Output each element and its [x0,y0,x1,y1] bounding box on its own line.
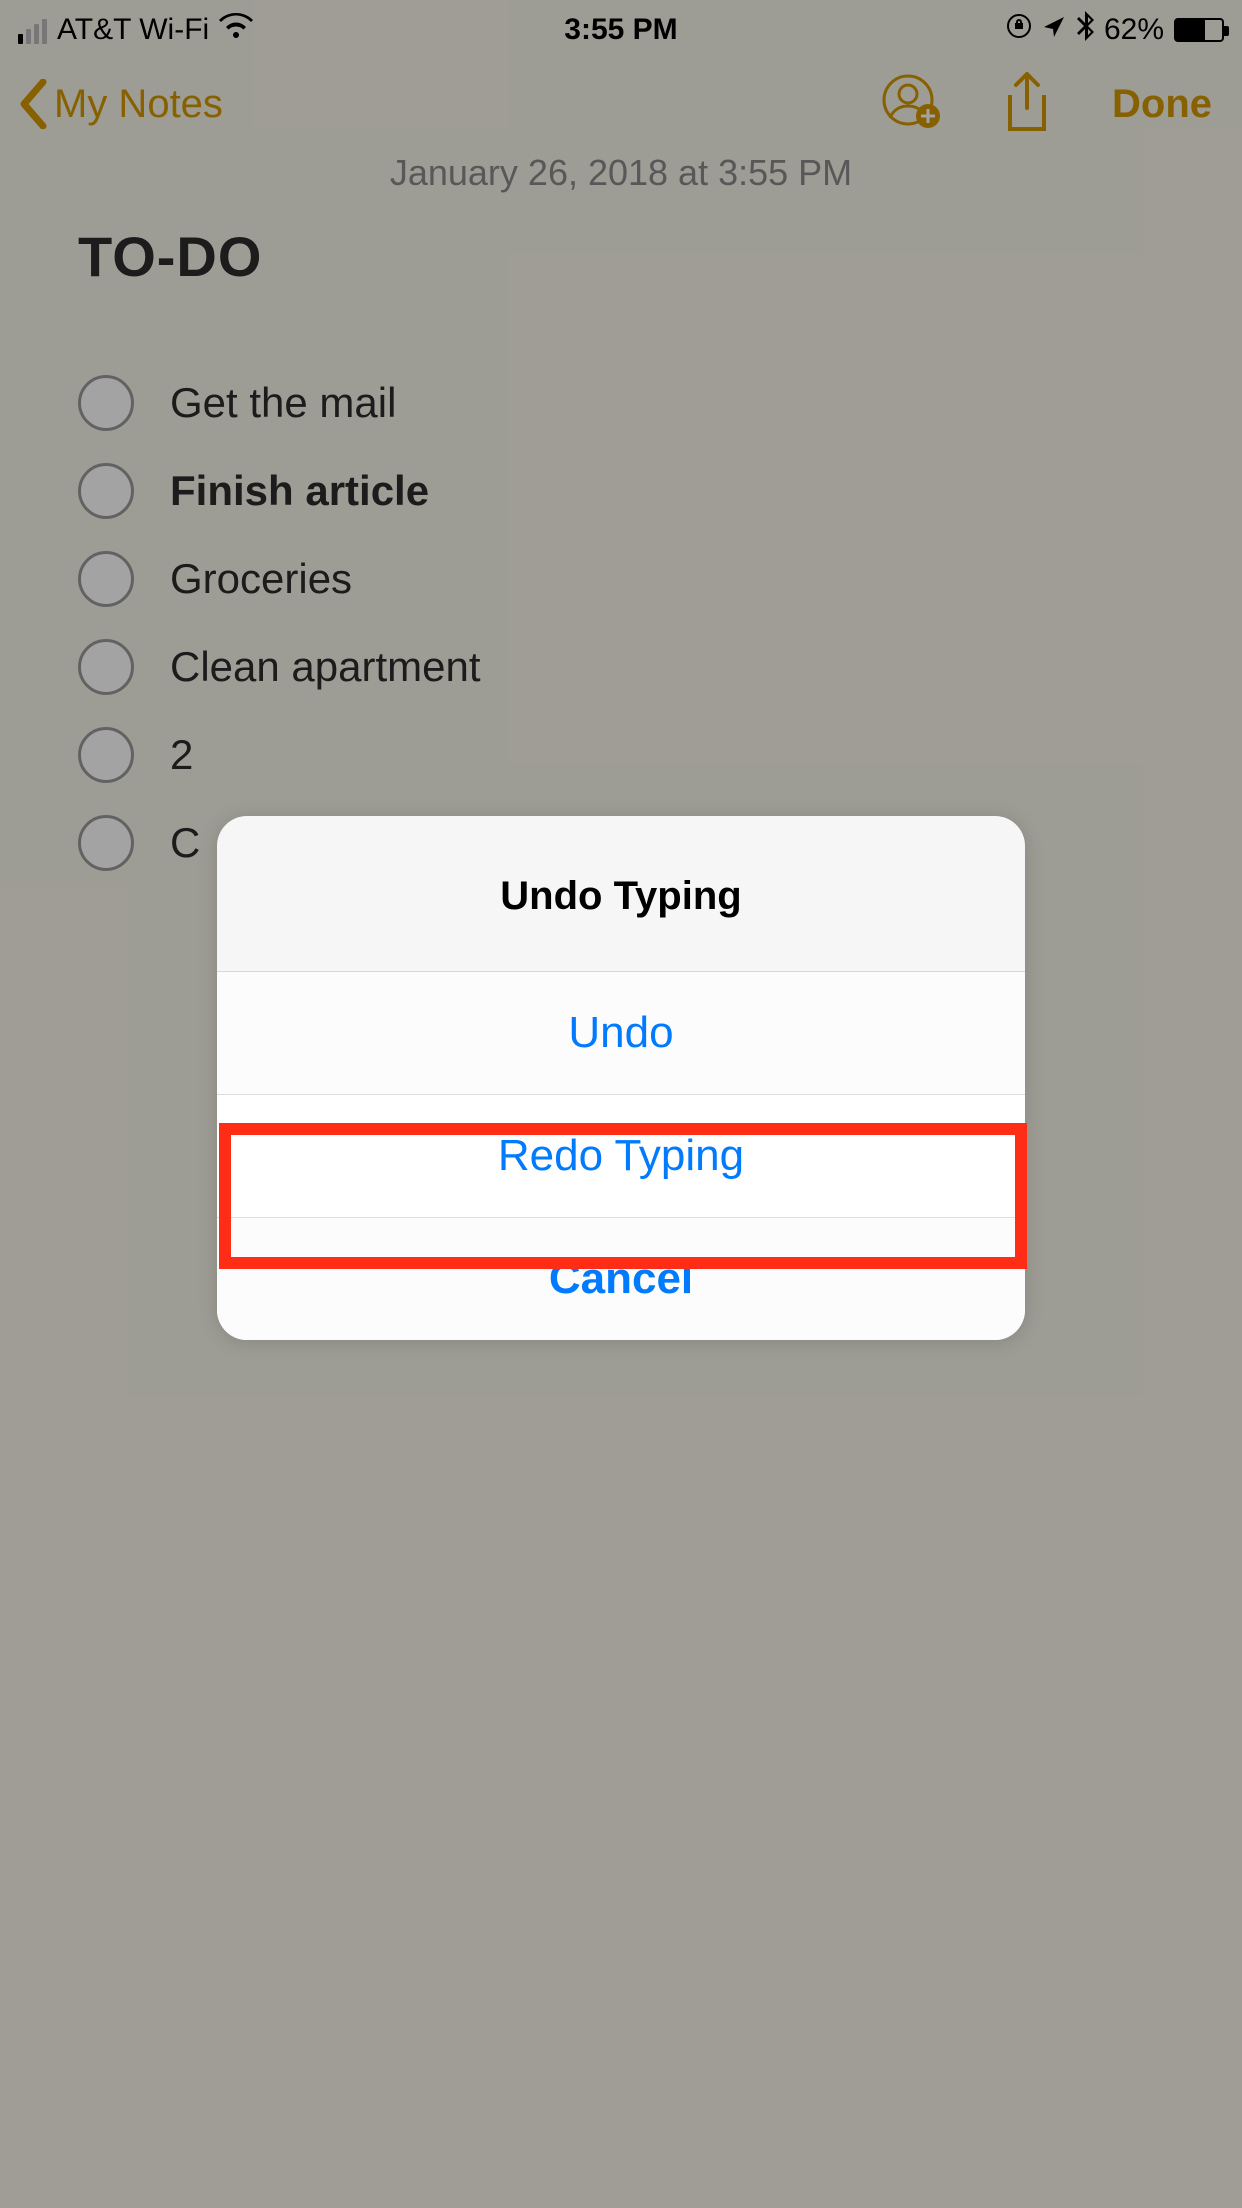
redo-typing-button[interactable]: Redo Typing [217,1095,1025,1218]
cancel-button[interactable]: Cancel [217,1218,1025,1340]
undo-button[interactable]: Undo [217,972,1025,1095]
alert-title: Undo Typing [217,816,1025,972]
screen: AT&T Wi-Fi 3:55 PM 62% My Notes [0,0,1242,2208]
undo-alert: Undo Typing Undo Redo Typing Cancel [217,816,1025,1340]
